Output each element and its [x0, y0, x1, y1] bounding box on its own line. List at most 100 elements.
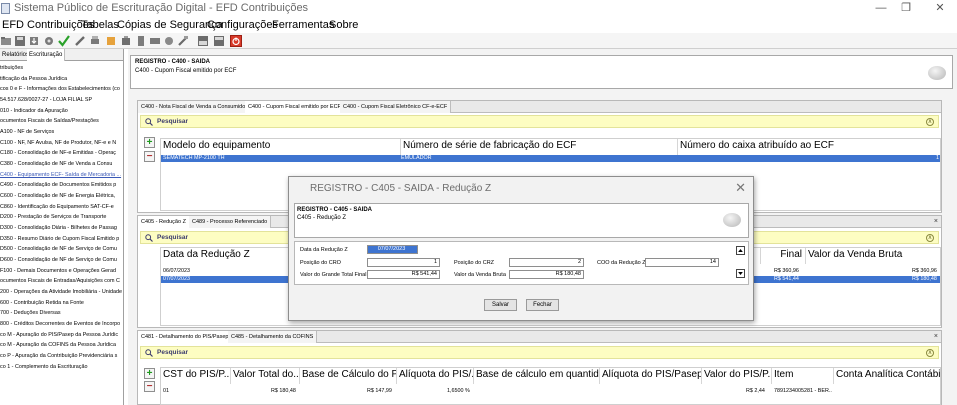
- venda-bruta-input[interactable]: R$ 180,48: [509, 270, 584, 279]
- save-button[interactable]: Salvar: [484, 299, 517, 311]
- remove-c481-button[interactable]: −: [144, 381, 155, 392]
- grande-total-input[interactable]: R$ 541,44: [367, 270, 440, 279]
- c481-search-bar[interactable]: Pesquisar ∧: [140, 346, 939, 359]
- tree-item[interactable]: 010 - Indicador da Apuração: [0, 106, 123, 117]
- tree-item[interactable]: tificação da Pessoa Jurídica: [0, 74, 123, 85]
- c405-row2-bruta: R$ 180,48: [912, 276, 937, 282]
- tab-c481-pis-pasep[interactable]: C481 - Detalhamento do PIS/Pasep: [138, 331, 233, 343]
- tree-item[interactable]: C100 - NF, NF Avulsa, NF de Produtor, NF…: [0, 138, 123, 149]
- menu-tabelas[interactable]: Tabelas: [81, 19, 119, 32]
- open-folder-icon[interactable]: [0, 35, 12, 47]
- close-c405-panel-icon[interactable]: ×: [934, 217, 938, 226]
- c405-column-venda-bruta[interactable]: Valor da Venda Bruta: [806, 248, 940, 264]
- transmit-icon[interactable]: [149, 35, 161, 47]
- c481-column-valor-total[interactable]: Valor Total do...: [231, 368, 300, 384]
- tree-item[interactable]: C380 - Consolidação de NF de Venda a Con…: [0, 159, 123, 170]
- tree-item[interactable]: cos 0 e F - Informações dos Estabelecime…: [0, 84, 123, 95]
- c481-column-base-quantidade[interactable]: Base de cálculo em quantida...: [474, 368, 600, 384]
- tree-item[interactable]: ocumentos Fiscais de Saídas/Prestações: [0, 116, 123, 127]
- scroll-up-icon[interactable]: [736, 246, 745, 255]
- report-icon[interactable]: [163, 35, 175, 47]
- tree-item[interactable]: tribuições: [0, 63, 123, 74]
- tree-item[interactable]: D300 - Consolidação Diária - Bilhetes de…: [0, 223, 123, 234]
- menu-sobre[interactable]: Sobre: [329, 19, 358, 32]
- tree-item[interactable]: co P - Apuração da Contribuição Previden…: [0, 351, 123, 362]
- add-c481-button[interactable]: +: [144, 368, 155, 379]
- exit-icon[interactable]: [230, 35, 242, 47]
- c481-column-valor-pis[interactable]: Valor do PIS/P...: [702, 368, 772, 384]
- export-icon[interactable]: [43, 35, 55, 47]
- remove-c400-button[interactable]: −: [144, 151, 155, 162]
- tab-c400-cupom-fiscal-ecf[interactable]: C400 - Cupom Fiscal emitido por ECF: [245, 101, 345, 113]
- tree-item[interactable]: ocumentos Fiscais de Entradas/Aquisições…: [0, 276, 123, 287]
- c481-column-cst[interactable]: CST do PIS/P...: [161, 368, 231, 384]
- tree-item[interactable]: 700 - Deduções Diversas: [0, 308, 123, 319]
- backup-icon[interactable]: [197, 35, 209, 47]
- tree-item[interactable]: C400 - Equipamento ECF- Saída de Mercado…: [0, 170, 123, 181]
- tree-item[interactable]: C180 - Consolidação de NF-e Emitidas - O…: [0, 148, 123, 159]
- add-c400-button[interactable]: +: [144, 137, 155, 148]
- close-c481-panel-icon[interactable]: ×: [934, 332, 938, 341]
- collapse-icon[interactable]: ∧: [926, 349, 934, 357]
- collapse-icon[interactable]: ∧: [926, 234, 934, 242]
- tree-item[interactable]: D350 - Resumo Diário de Cupom Fiscal Emi…: [0, 234, 123, 245]
- c481-column-base-calculo[interactable]: Base de Cálculo do PI...: [300, 368, 397, 384]
- tree-item[interactable]: D600 - Consolidação de NF de Serviço de …: [0, 255, 123, 266]
- scroll-down-icon[interactable]: [736, 269, 745, 278]
- menu-ferramentas[interactable]: Ferramentas: [272, 19, 334, 32]
- collapse-icon[interactable]: ∧: [926, 118, 934, 126]
- tab-c489-processo-referenciado[interactable]: C489 - Processo Referenciado: [189, 216, 272, 228]
- tree-item[interactable]: 800 - Créditos Decorrentes de Eventos de…: [0, 319, 123, 330]
- print-preview-icon[interactable]: [120, 35, 132, 47]
- tab-c485-cofins[interactable]: C485 - Detalhamento da COFINS: [228, 331, 318, 343]
- restore-icon[interactable]: [213, 35, 225, 47]
- c400-column-modelo[interactable]: Modelo do equipamento: [161, 139, 401, 155]
- data-reducao-input[interactable]: 07/07/2023: [367, 245, 418, 254]
- close-dialog-icon[interactable]: ✕: [735, 180, 746, 196]
- tree-item[interactable]: 54.517.628/0027-27 - LOJA FILIAL SP: [0, 95, 123, 106]
- restore-button[interactable]: ❐: [889, 0, 923, 18]
- c481-cell-valor-total: R$ 180,48: [271, 388, 296, 394]
- c400-column-caixa[interactable]: Número do caixa atribuído ao ECF: [678, 139, 940, 155]
- receipt-icon[interactable]: [135, 35, 147, 47]
- coo-input[interactable]: 14: [645, 258, 719, 267]
- c405-column-final[interactable]: Final: [761, 248, 806, 264]
- tree-item[interactable]: 200 - Operações da Atividade Imobiliária…: [0, 287, 123, 298]
- c400-column-serie[interactable]: Número de série de fabricação do ECF: [401, 139, 678, 155]
- c481-column-conta-analitica[interactable]: Conta Analítica Contábil: [834, 368, 940, 384]
- print-icon[interactable]: [89, 35, 101, 47]
- trash-icon[interactable]: [177, 35, 189, 47]
- c400-search-bar[interactable]: Pesquisar ∧: [140, 115, 939, 128]
- close-file-icon[interactable]: [105, 35, 117, 47]
- tree-item[interactable]: 600 - Contribuição Retida na Fonte: [0, 298, 123, 309]
- tree-item[interactable]: C600 - Consolidação de NF de Energia Elé…: [0, 191, 123, 202]
- tree-item[interactable]: F100 - Demais Documentos e Operações Ger…: [0, 266, 123, 277]
- crz-input[interactable]: 2: [509, 258, 584, 267]
- cro-input[interactable]: 1: [367, 258, 440, 267]
- table-row[interactable]: [161, 155, 940, 162]
- tree-item[interactable]: C490 - Consolidação de Documentos Emitid…: [0, 180, 123, 191]
- c481-column-aliquota-pasep[interactable]: Alíquota do PIS/Pasep ...: [600, 368, 702, 384]
- menu-configuracoes[interactable]: Configurações: [207, 19, 278, 32]
- close-button[interactable]: Fechar: [526, 299, 559, 311]
- tree-item[interactable]: C860 - Identificação do Equipamento SAT-…: [0, 202, 123, 213]
- tree-item[interactable]: co M - Apuração do PIS/Pasep da Pessoa J…: [0, 330, 123, 341]
- import-icon[interactable]: [28, 35, 40, 47]
- save-icon[interactable]: [14, 35, 26, 47]
- sign-pen-icon[interactable]: [74, 35, 86, 47]
- tab-c400-nota-fiscal[interactable]: C400 - Nota Fiscal de Venda a Consumidor: [138, 101, 252, 113]
- tree-item[interactable]: co M - Apuração da COFINS da Pessoa Jurí…: [0, 340, 123, 351]
- tree-item[interactable]: A100 - NF de Serviços: [0, 127, 123, 138]
- tree-item[interactable]: D500 - Consolidação de NF de Serviço de …: [0, 244, 123, 255]
- c481-column-item[interactable]: Item: [772, 368, 834, 384]
- tab-c405-reducao-z[interactable]: C405 - Redução Z: [138, 216, 190, 228]
- c481-column-aliquota[interactable]: Alíquota do PIS/...: [397, 368, 474, 384]
- c405-row2-date: 07/07/2023: [163, 276, 190, 282]
- close-window-button[interactable]: ✕: [923, 0, 957, 18]
- tree-item[interactable]: D200 - Prestação de Serviços de Transpor…: [0, 212, 123, 223]
- tab-c400-cfe-ecf[interactable]: C400 - Cupom Fiscal Eletrônico CF-e-ECF: [340, 101, 452, 113]
- tree-item[interactable]: co 1 - Complemento da Escrituração: [0, 362, 123, 373]
- tab-escrituracao[interactable]: Escrituração: [27, 49, 66, 61]
- validate-check-icon[interactable]: [58, 35, 70, 47]
- panel-c481: C481 - Detalhamento do PIS/Pasep C485 - …: [137, 330, 942, 405]
